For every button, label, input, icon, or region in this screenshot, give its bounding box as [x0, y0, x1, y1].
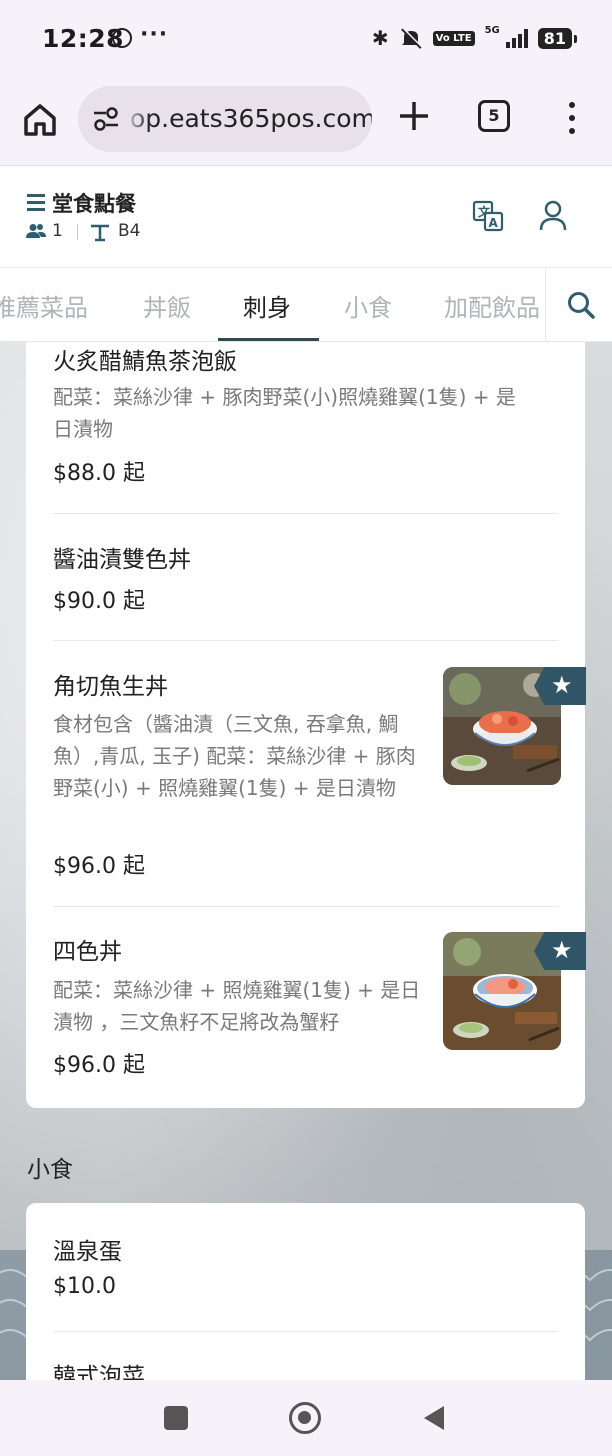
item-price: $10.0	[53, 1274, 116, 1299]
account-icon[interactable]	[538, 200, 568, 232]
item-price: $88.0 起	[53, 461, 145, 486]
overflow-menu-icon[interactable]	[560, 98, 584, 138]
translate-icon[interactable]: 文 A	[472, 200, 504, 232]
item-name[interactable]: 醬油漬雙色丼	[53, 540, 191, 574]
tab-sashimi[interactable]: 刺身	[243, 288, 291, 323]
system-nav-bar	[0, 1380, 612, 1456]
recent-apps-button[interactable]	[164, 1406, 188, 1430]
volte-icon: Vo LTE	[432, 30, 475, 46]
app-header: 堂食點餐 1 B4 文 A	[0, 166, 612, 268]
site-settings-icon[interactable]	[92, 106, 120, 132]
active-tab-indicator	[218, 338, 319, 341]
url-text[interactable]: op.eats365pos.com	[130, 104, 372, 133]
item-divider	[53, 513, 558, 514]
status-bar: 12:28 ··· ✱ Vo LTE 5G 81	[0, 0, 612, 80]
item-divider	[53, 640, 558, 641]
people-icon	[26, 224, 46, 238]
tab-rice-bowls[interactable]: 丼飯	[143, 288, 191, 323]
item-name[interactable]: 角切魚生丼	[53, 667, 168, 701]
header-divider	[77, 224, 78, 240]
bluetooth-icon: ✱	[371, 26, 389, 50]
item-name[interactable]: 火炙醋鯖魚茶泡飯	[53, 342, 237, 376]
tab-switcher-button[interactable]: 5	[478, 100, 510, 132]
menu-section-card: 溫泉蛋 $10.0 韓式泡菜	[26, 1203, 585, 1403]
party-count: 1	[52, 221, 63, 241]
item-price: $96.0 起	[53, 854, 145, 879]
whatsapp-icon	[112, 28, 132, 48]
table-number: B4	[118, 221, 141, 241]
star-icon: ★	[551, 671, 573, 699]
browser-toolbar: op.eats365pos.com 5	[0, 80, 612, 166]
item-divider	[53, 1331, 558, 1332]
section-title: 小食	[27, 1157, 73, 1183]
item-divider	[53, 906, 558, 907]
battery-icon: 81	[537, 27, 578, 49]
back-button[interactable]	[424, 1406, 444, 1430]
featured-badge: ★	[534, 667, 586, 705]
tab-snacks[interactable]: 小食	[344, 288, 392, 323]
tab-recommended[interactable]: 推薦菜品	[0, 288, 88, 323]
signal-icon	[505, 28, 528, 48]
more-notifications-icon: ···	[140, 22, 169, 47]
item-description: 食材包含（醬油漬（三文魚, 吞拿魚, 鯛魚）,青瓜, 玉子) 配菜：菜絲沙律 +…	[53, 712, 416, 800]
address-bar[interactable]: op.eats365pos.com	[78, 86, 372, 152]
page-title[interactable]: 堂食點餐	[52, 188, 136, 218]
item-price: $90.0 起	[53, 589, 145, 614]
network-type: 5G	[484, 24, 500, 36]
item-description: 配菜：菜絲沙律 + 豚肉野菜(小)照燒雞翼(1隻) + 是日漬物	[53, 385, 516, 441]
status-icons: ✱ Vo LTE 5G 81	[371, 24, 578, 50]
star-icon: ★	[551, 936, 573, 964]
new-tab-icon[interactable]	[396, 98, 432, 134]
item-description: 配菜：菜絲沙律 + 照燒雞翼(1隻) + 是日漬物 ，三文魚籽不足將改為蟹籽	[53, 978, 421, 1034]
table-icon	[91, 224, 109, 242]
featured-badge: ★	[534, 932, 586, 970]
menu-section-card: 火炙醋鯖魚茶泡飯 配菜：菜絲沙律 + 豚肉野菜(小)照燒雞翼(1隻) + 是日漬…	[26, 342, 586, 1108]
search-icon	[568, 292, 595, 319]
url-fade	[124, 86, 150, 152]
home-icon[interactable]	[20, 100, 60, 140]
item-price: $96.0 起	[53, 1053, 145, 1078]
svg-text:A: A	[489, 216, 499, 230]
search-button[interactable]	[545, 268, 612, 341]
category-tabs: 推薦菜品 丼飯 刺身 小食 加配飲品	[0, 268, 612, 342]
mute-icon	[400, 27, 423, 49]
item-name[interactable]: 溫泉蛋	[53, 1232, 122, 1266]
home-button[interactable]	[289, 1402, 321, 1434]
menu-icon[interactable]	[27, 194, 45, 211]
item-name[interactable]: 四色丼	[53, 932, 122, 966]
tab-drinks[interactable]: 加配飲品	[444, 288, 540, 323]
